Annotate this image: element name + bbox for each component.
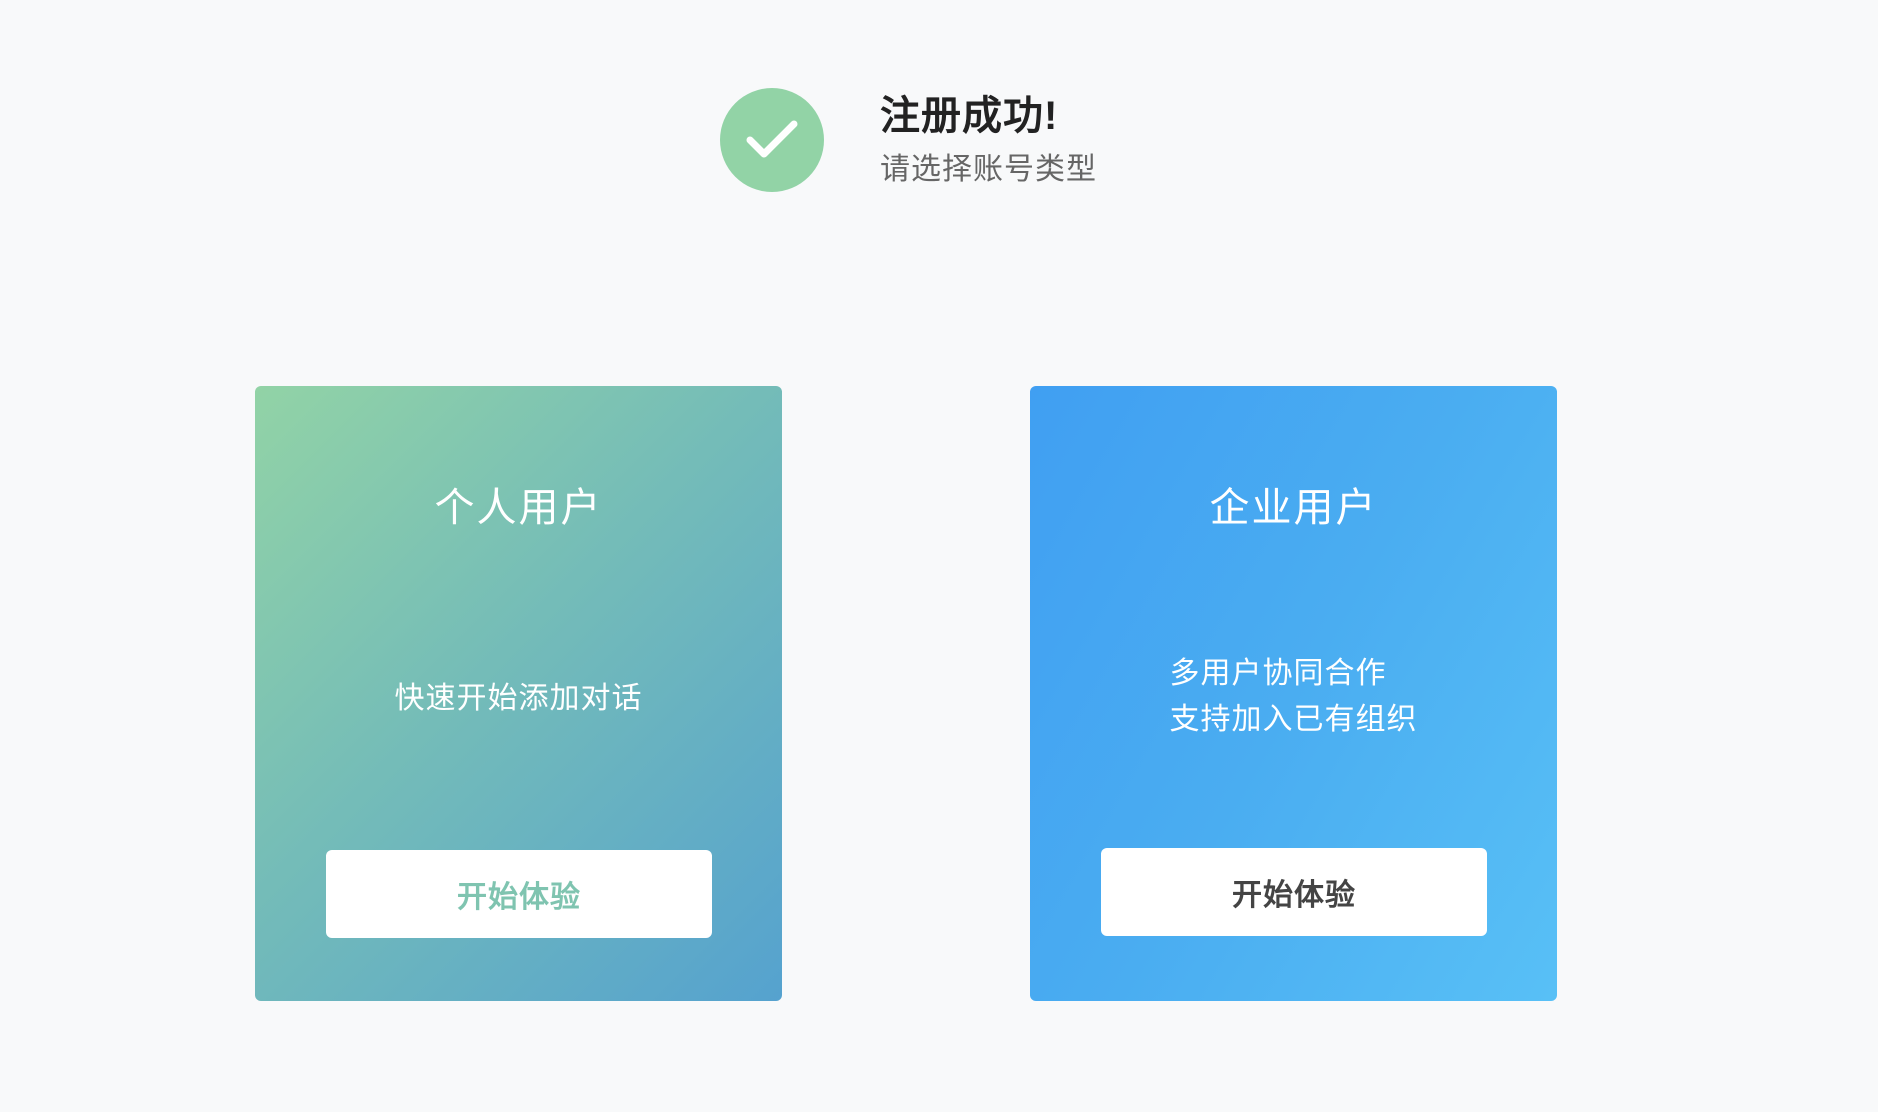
success-header: 注册成功! 请选择账号类型 [720,88,1097,192]
enterprise-card-description: 多用户协同合作 支持加入已有组织 [1030,651,1557,743]
enterprise-start-button[interactable]: 开始体验 [1101,848,1487,936]
page-title: 注册成功! [880,94,1059,138]
success-badge [720,88,824,192]
enterprise-desc-lines: 多用户协同合作 支持加入已有组织 [1170,651,1418,743]
enterprise-desc-line: 多用户协同合作 [1169,657,1387,690]
personal-account-card[interactable]: 个人用户 快速开始添加对话 开始体验 [255,386,782,1001]
enterprise-card-title: 企业用户 [1209,486,1378,530]
personal-desc-line: 快速开始添加对话 [394,682,643,715]
header-text: 注册成功! 请选择账号类型 [880,92,1097,188]
personal-start-button[interactable]: 开始体验 [326,850,712,938]
enterprise-desc-line: 支持加入已有组织 [1169,703,1418,736]
enterprise-account-card[interactable]: 企业用户 多用户协同合作 支持加入已有组织 开始体验 [1030,386,1557,1001]
personal-card-title: 个人用户 [434,486,603,530]
check-icon [746,120,798,158]
page-subtitle: 请选择账号类型 [880,153,1097,186]
personal-card-description: 快速开始添加对话 [255,676,782,722]
registration-success-page: 注册成功! 请选择账号类型 个人用户 快速开始添加对话 开始体验 企业用户 多用… [0,0,1878,1112]
